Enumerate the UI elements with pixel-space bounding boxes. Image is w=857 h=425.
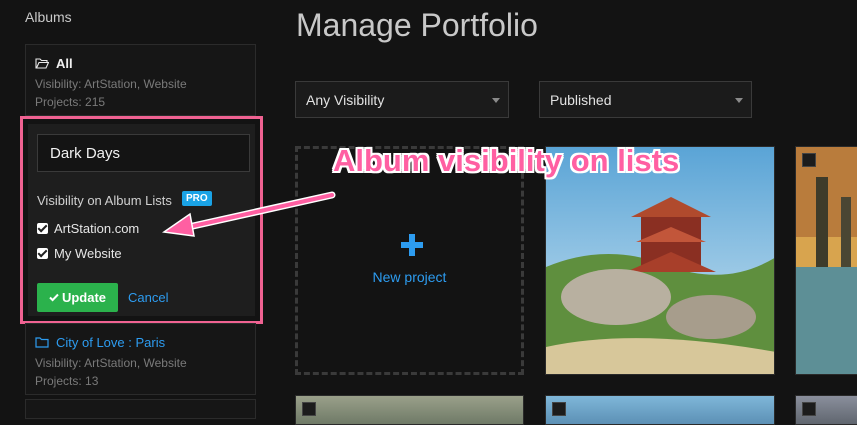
page-title: Manage Portfolio xyxy=(296,7,538,43)
folder-open-icon xyxy=(35,58,49,69)
visibility-filter-select[interactable]: Any Visibility xyxy=(295,81,509,118)
visibility-label: Visibility on Album Lists xyxy=(37,193,172,208)
album-name: City of Love : Paris xyxy=(56,335,166,350)
project-thumbnail[interactable] xyxy=(295,395,524,425)
annotation-arrow xyxy=(161,191,336,237)
select-checkbox[interactable] xyxy=(802,153,816,167)
status-filter-select[interactable]: Published xyxy=(539,81,752,118)
album-card-paris[interactable]: City of Love : Paris Visibility: ArtStat… xyxy=(25,323,256,395)
album-visibility: Visibility: ArtStation, Website xyxy=(35,356,187,370)
project-thumbnail[interactable] xyxy=(795,395,857,425)
select-checkbox[interactable] xyxy=(552,402,566,416)
status-filter-value: Published xyxy=(550,91,612,108)
albums-heading: Albums xyxy=(25,9,72,25)
caret-down-icon xyxy=(492,98,500,103)
album-visibility: Visibility: ArtStation, Website xyxy=(35,77,187,91)
visibility-filter-value: Any Visibility xyxy=(306,91,385,108)
project-thumbnail[interactable] xyxy=(545,395,775,425)
cancel-link[interactable]: Cancel xyxy=(128,290,168,305)
new-project-label: New project xyxy=(372,269,447,285)
annotation-callout: Album visibility on lists xyxy=(333,143,680,178)
checkbox-checked-icon[interactable] xyxy=(37,223,48,234)
select-checkbox[interactable] xyxy=(302,402,316,416)
folder-icon xyxy=(35,337,49,348)
album-name: All xyxy=(56,56,73,71)
pagoda-landscape-artwork xyxy=(546,147,774,374)
caret-down-icon xyxy=(735,98,743,103)
project-thumbnail[interactable] xyxy=(545,146,775,375)
checkbox-label: ArtStation.com xyxy=(54,221,140,236)
checkbox-label: My Website xyxy=(54,246,122,261)
update-button-label: Update xyxy=(61,290,107,305)
select-checkbox[interactable] xyxy=(802,402,816,416)
album-card-partial[interactable] xyxy=(25,399,256,419)
artstation-checkbox-row[interactable]: ArtStation.com xyxy=(37,221,139,236)
project-thumbnail[interactable] xyxy=(795,146,857,375)
album-project-count: Projects: 215 xyxy=(35,95,106,109)
album-card-all[interactable]: All Visibility: ArtStation, Website Proj… xyxy=(25,44,256,116)
lake-sunset-artwork xyxy=(796,147,857,374)
checkmark-icon xyxy=(49,293,59,302)
album-project-count: Projects: 13 xyxy=(35,374,99,388)
checkbox-checked-icon[interactable] xyxy=(37,248,48,259)
plus-icon xyxy=(401,234,423,256)
website-checkbox-row[interactable]: My Website xyxy=(37,246,122,261)
new-project-tile[interactable]: New project xyxy=(295,146,524,375)
update-button[interactable]: Update xyxy=(37,283,118,312)
album-name-input[interactable] xyxy=(37,134,250,172)
